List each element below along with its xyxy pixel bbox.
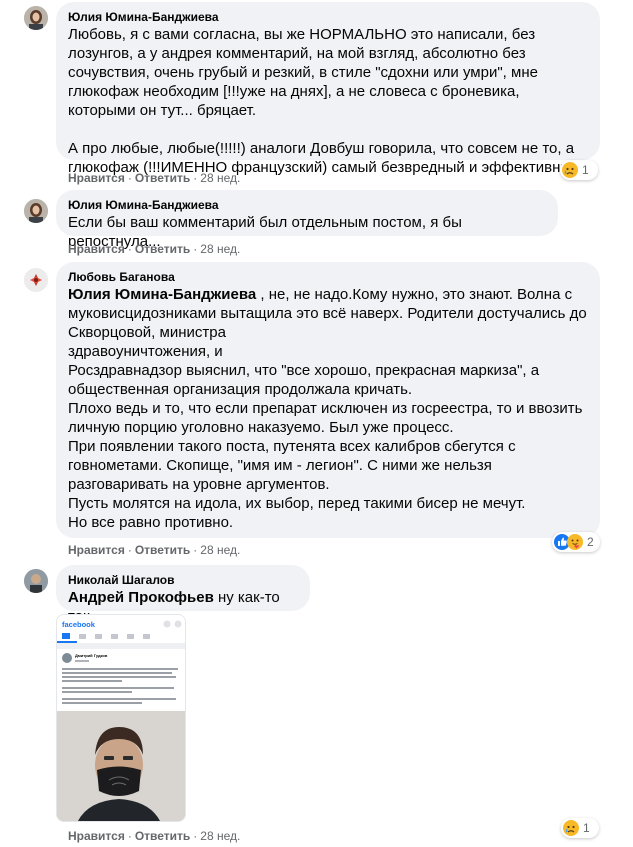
comment-bubble: Николай Шагалов Андрей Прокофьев ну как-…	[56, 565, 310, 625]
mention-link[interactable]: Юлия Юмина-Банджиева	[68, 286, 256, 303]
comment-actions: Нравится · Ответить · 28 нед.	[68, 828, 240, 844]
timestamp[interactable]: 28 нед.	[200, 242, 240, 256]
comment-line: Плохо ведь и то, что если препарат исклю…	[68, 400, 583, 436]
comment-text: Любовь, я с вами согласна, вы же НОРМАЛЬ…	[68, 25, 588, 177]
comment-bubble: Любовь Баганова Юлия Юмина-Банджиева , н…	[56, 262, 600, 538]
reply-button[interactable]: Ответить	[135, 543, 190, 557]
comment-author[interactable]: Юлия Юмина-Банджиева	[68, 9, 588, 25]
timestamp[interactable]: 28 нед.	[200, 543, 240, 557]
reactions-summary[interactable]: 1	[561, 818, 599, 838]
attached-screenshot[interactable]: facebook Дмитрий Гудков	[56, 614, 186, 822]
separator: ·	[127, 171, 132, 185]
avatar-photo-icon	[24, 569, 48, 593]
comment-paragraph: Юлия Юмина-Банджиева , не, не надо.Кому …	[68, 285, 588, 342]
avatar[interactable]	[24, 569, 48, 593]
separator: ·	[127, 829, 132, 843]
reactions-summary[interactable]: 2	[552, 532, 600, 552]
comment-paragraph: Любовь, я с вами согласна, вы же НОРМАЛЬ…	[68, 26, 538, 119]
comment-author[interactable]: Юлия Юмина-Банджиева	[68, 197, 546, 213]
comment-bubble: Юлия Юмина-Банджиева Любовь, я с вами со…	[56, 2, 600, 176]
reaction-count: 1	[582, 163, 589, 177]
avatar-photo-icon	[24, 199, 48, 223]
timestamp[interactable]: 28 нед.	[200, 829, 240, 843]
comment-line: Росздравнадзор выяснил, что "все хорошо,…	[68, 362, 540, 398]
separator: ·	[127, 242, 132, 256]
comment-line: Но все равно противно.	[68, 514, 234, 531]
attachment-brand: facebook	[62, 620, 96, 629]
avatar-flower-icon	[24, 268, 48, 292]
like-button[interactable]: Нравится	[68, 171, 125, 185]
timestamp[interactable]: 28 нед.	[200, 171, 240, 185]
comment-text: Юлия Юмина-Банджиева , не, не надо.Кому …	[68, 285, 588, 532]
reply-button[interactable]: Ответить	[135, 171, 190, 185]
sad-reaction-icon	[562, 162, 578, 178]
avatar[interactable]	[24, 6, 48, 30]
comment-author[interactable]: Николай Шагалов	[68, 572, 298, 588]
like-button[interactable]: Нравится	[68, 242, 125, 256]
like-button[interactable]: Нравится	[68, 829, 125, 843]
comment-actions: Нравится · Ответить · 28 нед.	[68, 542, 240, 558]
separator: ·	[193, 171, 198, 185]
comment-bubble: Юлия Юмина-Банджиева Если бы ваш коммент…	[56, 190, 558, 250]
mention-link[interactable]: Андрей Прокофьев	[68, 589, 214, 606]
like-button[interactable]: Нравится	[68, 543, 125, 557]
reactions-summary[interactable]: 1	[560, 160, 598, 180]
comment-actions: Нравится · Ответить · 28 нед.	[68, 241, 240, 257]
separator: ·	[193, 543, 198, 557]
separator: ·	[127, 543, 132, 557]
comment-actions: Нравится · Ответить · 28 нед.	[68, 170, 240, 186]
separator: ·	[193, 829, 198, 843]
reply-button[interactable]: Ответить	[135, 829, 190, 843]
reply-button[interactable]: Ответить	[135, 242, 190, 256]
comment-line: здравоуничтожения, и	[68, 343, 223, 360]
reaction-count: 2	[587, 535, 594, 549]
separator: ·	[193, 242, 198, 256]
care-reaction-icon	[567, 534, 583, 550]
comment-line: Пусть молятся на идола, их выбор, перед …	[68, 495, 526, 512]
avatar-photo-icon	[24, 6, 48, 30]
avatar[interactable]	[24, 199, 48, 223]
avatar[interactable]	[24, 268, 48, 292]
attachment-image: facebook Дмитрий Гудков	[57, 615, 185, 821]
comment-line: При появлении такого поста, путенята все…	[68, 438, 516, 493]
reaction-count: 1	[583, 821, 590, 835]
comment-author[interactable]: Любовь Баганова	[68, 269, 588, 285]
sad-reaction-icon	[563, 820, 579, 836]
attachment-post-author: Дмитрий Гудков	[75, 653, 108, 658]
